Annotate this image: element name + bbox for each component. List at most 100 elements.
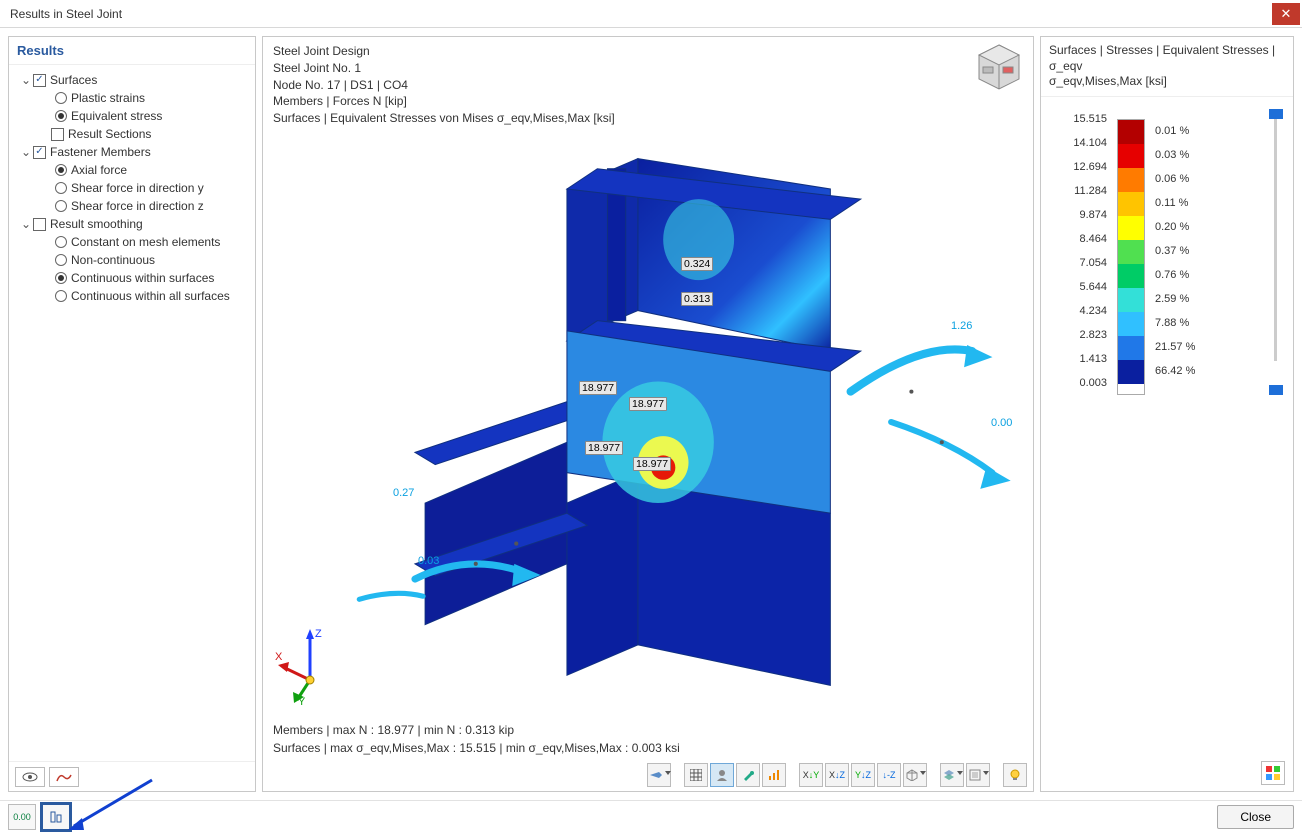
window-close-button[interactable]: ✕ bbox=[1272, 3, 1300, 25]
tree-item-1[interactable]: Plastic strains bbox=[19, 89, 251, 107]
tree-item-0[interactable]: ⌄ Surfaces bbox=[19, 71, 251, 89]
grid-icon bbox=[690, 769, 702, 781]
legend-swatch bbox=[1118, 360, 1144, 384]
tool-user-button[interactable] bbox=[710, 763, 734, 787]
legend-percent: 21.57 % bbox=[1155, 335, 1285, 359]
svg-text:X: X bbox=[275, 651, 283, 663]
view-minus-z-button[interactable]: ↓-Z bbox=[877, 763, 901, 787]
radio[interactable] bbox=[55, 92, 67, 104]
legend-percent: 0.76 % bbox=[1155, 263, 1285, 287]
legend-value: 2.823 bbox=[1053, 323, 1107, 347]
tree-item-3[interactable]: Result Sections bbox=[19, 125, 251, 143]
view-xy-button[interactable]: X↓Y bbox=[799, 763, 823, 787]
legend-swatch bbox=[1118, 264, 1144, 288]
tool-layers-button[interactable] bbox=[940, 763, 964, 787]
checkbox[interactable] bbox=[33, 146, 46, 159]
tree-item-2[interactable]: Equivalent stress bbox=[19, 107, 251, 125]
legend-percent: 0.06 % bbox=[1155, 167, 1285, 191]
tree-label: Shear force in direction z bbox=[71, 199, 204, 213]
view-xz-button[interactable]: X↓Z bbox=[825, 763, 849, 787]
force-label-2: 0.00 bbox=[991, 417, 1012, 429]
expand-toggle[interactable]: ⌄ bbox=[19, 217, 33, 231]
legend-slider-top[interactable] bbox=[1269, 109, 1283, 119]
legend-percent: 0.11 % bbox=[1155, 191, 1285, 215]
model-icon bbox=[49, 810, 63, 824]
tree-item-9[interactable]: Constant on mesh elements bbox=[19, 233, 251, 251]
radio[interactable] bbox=[55, 272, 67, 284]
legend-value: 14.104 bbox=[1053, 131, 1107, 155]
checkbox[interactable] bbox=[33, 74, 46, 87]
tool-wrench-button[interactable] bbox=[736, 763, 760, 787]
legend-value: 8.464 bbox=[1053, 227, 1107, 251]
plane-icon bbox=[649, 770, 663, 780]
legend-value: 1.413 bbox=[1053, 347, 1107, 371]
legend-panel: Surfaces | Stresses | Equivalent Stresse… bbox=[1040, 36, 1294, 792]
tool-bulb-button[interactable] bbox=[1003, 763, 1027, 787]
coordinate-axes: Z X Y bbox=[275, 625, 345, 705]
tree-label: Continuous within surfaces bbox=[71, 271, 214, 285]
tool-render-button[interactable] bbox=[966, 763, 990, 787]
legend-value: 0.003 bbox=[1053, 371, 1107, 395]
expand-toggle[interactable]: ⌄ bbox=[19, 145, 33, 159]
legend-slider-track[interactable] bbox=[1274, 115, 1277, 361]
radio[interactable] bbox=[55, 290, 67, 302]
result-label-5: 18.977 bbox=[585, 441, 623, 455]
tree-label: Plastic strains bbox=[71, 91, 145, 105]
tree-label: Continuous within all surfaces bbox=[71, 289, 230, 303]
graph-icon bbox=[768, 769, 780, 781]
tree-item-7[interactable]: Shear force in direction z bbox=[19, 197, 251, 215]
legend-title: Surfaces | Stresses | Equivalent Stresse… bbox=[1041, 37, 1293, 97]
legend-value: 7.054 bbox=[1053, 251, 1107, 275]
viewport-toolbar: X↓Y X↓Z Y↓Z ↓-Z bbox=[647, 763, 1027, 787]
expand-toggle[interactable]: ⌄ bbox=[19, 73, 33, 87]
results-model-tab[interactable] bbox=[40, 802, 72, 832]
legend-percent: 0.03 % bbox=[1155, 143, 1285, 167]
bulb-icon bbox=[1009, 769, 1021, 781]
legend-swatch bbox=[1118, 288, 1144, 312]
legend-percent: 0.01 % bbox=[1155, 119, 1285, 143]
legend-swatch bbox=[1118, 192, 1144, 216]
checkbox[interactable] bbox=[33, 218, 46, 231]
tool-grid-button[interactable] bbox=[684, 763, 708, 787]
palette-icon bbox=[1266, 766, 1280, 780]
tree-label: Surfaces bbox=[50, 73, 97, 87]
tool-fly-button[interactable] bbox=[647, 763, 671, 787]
legend-value: 11.284 bbox=[1053, 179, 1107, 203]
legend-value: 4.234 bbox=[1053, 299, 1107, 323]
view-iso-button[interactable] bbox=[903, 763, 927, 787]
tree-label: Result Sections bbox=[68, 127, 151, 141]
radio[interactable] bbox=[55, 200, 67, 212]
result-label-2: 0.313 bbox=[681, 292, 713, 306]
tree-item-12[interactable]: Continuous within all surfaces bbox=[19, 287, 251, 305]
tree-item-4[interactable]: ⌄Fastener Members bbox=[19, 143, 251, 161]
eye-icon bbox=[22, 772, 38, 782]
wrench-icon bbox=[742, 769, 754, 781]
tree-item-10[interactable]: Non-continuous bbox=[19, 251, 251, 269]
radio[interactable] bbox=[55, 254, 67, 266]
tool-graph-button[interactable] bbox=[762, 763, 786, 787]
svg-text:Z: Z bbox=[315, 628, 322, 640]
view-toggle-eye[interactable] bbox=[15, 767, 45, 787]
view-toggle-deform[interactable] bbox=[49, 767, 79, 787]
radio[interactable] bbox=[55, 164, 67, 176]
tree-item-5[interactable]: Axial force bbox=[19, 161, 251, 179]
force-label-4: 0.03 bbox=[418, 555, 439, 567]
tree-item-11[interactable]: Continuous within surfaces bbox=[19, 269, 251, 287]
results-header: Results bbox=[9, 37, 255, 65]
radio[interactable] bbox=[55, 236, 67, 248]
viewport-panel[interactable]: Steel Joint DesignSteel Joint No. 1Node … bbox=[262, 36, 1034, 792]
tree-label: Equivalent stress bbox=[71, 109, 162, 123]
tree-item-6[interactable]: Shear force in direction y bbox=[19, 179, 251, 197]
close-button[interactable]: Close bbox=[1217, 805, 1294, 829]
view-yz-button[interactable]: Y↓Z bbox=[851, 763, 875, 787]
titlebar: Results in Steel Joint ✕ bbox=[0, 0, 1302, 28]
legend-value: 5.644 bbox=[1053, 275, 1107, 299]
legend-palette-button[interactable] bbox=[1261, 761, 1285, 785]
tree-item-8[interactable]: ⌄Result smoothing bbox=[19, 215, 251, 233]
legend-slider-bottom[interactable] bbox=[1269, 385, 1283, 395]
checkbox[interactable] bbox=[51, 128, 64, 141]
radio[interactable] bbox=[55, 110, 67, 122]
results-values-tab[interactable]: 0.00 bbox=[8, 804, 36, 830]
result-label-1: 0.324 bbox=[681, 257, 713, 271]
radio[interactable] bbox=[55, 182, 67, 194]
